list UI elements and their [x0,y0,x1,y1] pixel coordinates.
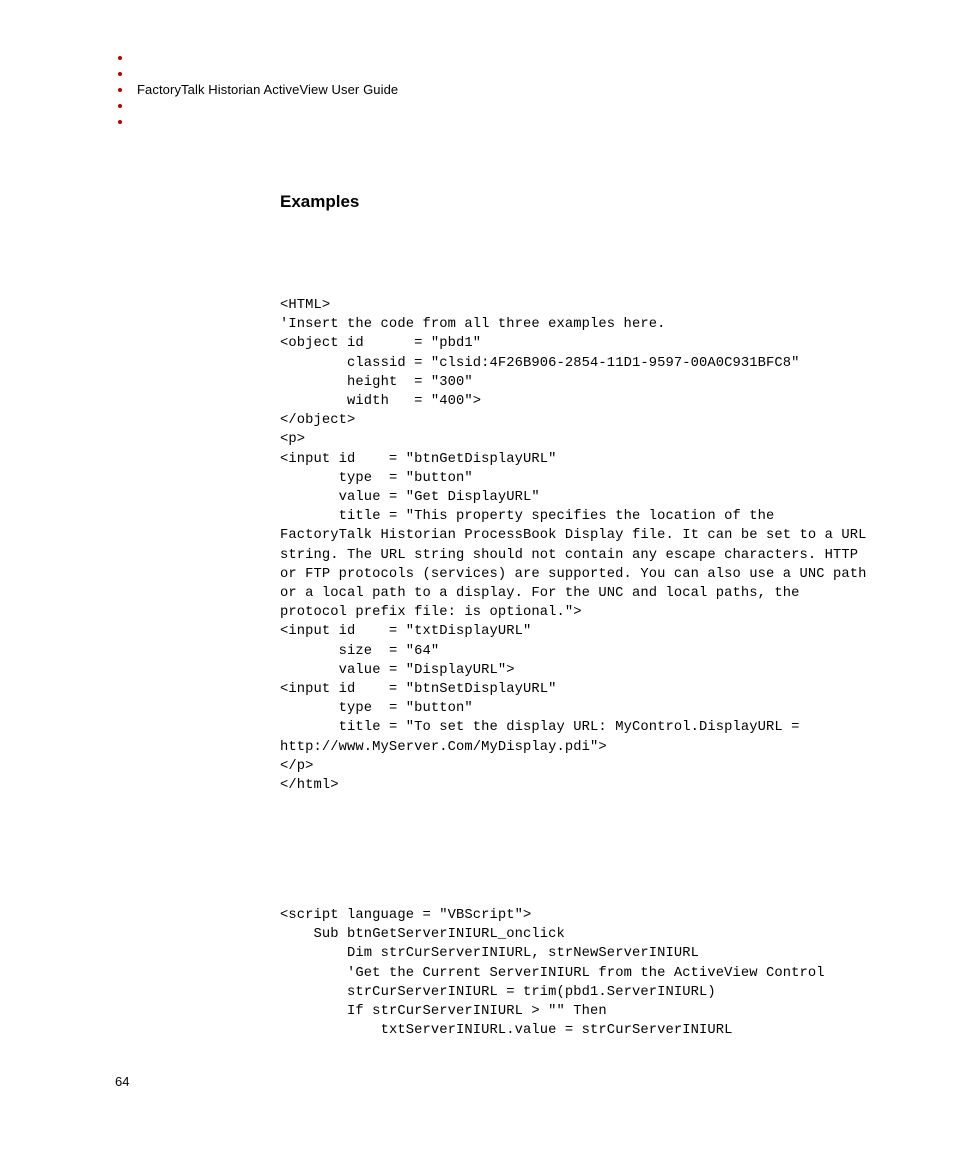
code-example-block-1: <HTML> 'Insert the code from all three e… [280,296,870,795]
bullet-icon [118,120,122,124]
bullet-icon [118,104,122,108]
page-number: 64 [115,1074,129,1089]
page-header-title: FactoryTalk Historian ActiveView User Gu… [137,82,398,97]
code-example-block-2: <script language = "VBScript"> Sub btnGe… [280,906,870,1040]
decorative-bullets [118,56,122,136]
bullet-icon [118,72,122,76]
section-heading-examples: Examples [280,192,359,212]
document-page: FactoryTalk Historian ActiveView User Gu… [0,0,954,1164]
bullet-icon [118,56,122,60]
bullet-icon [118,88,122,92]
